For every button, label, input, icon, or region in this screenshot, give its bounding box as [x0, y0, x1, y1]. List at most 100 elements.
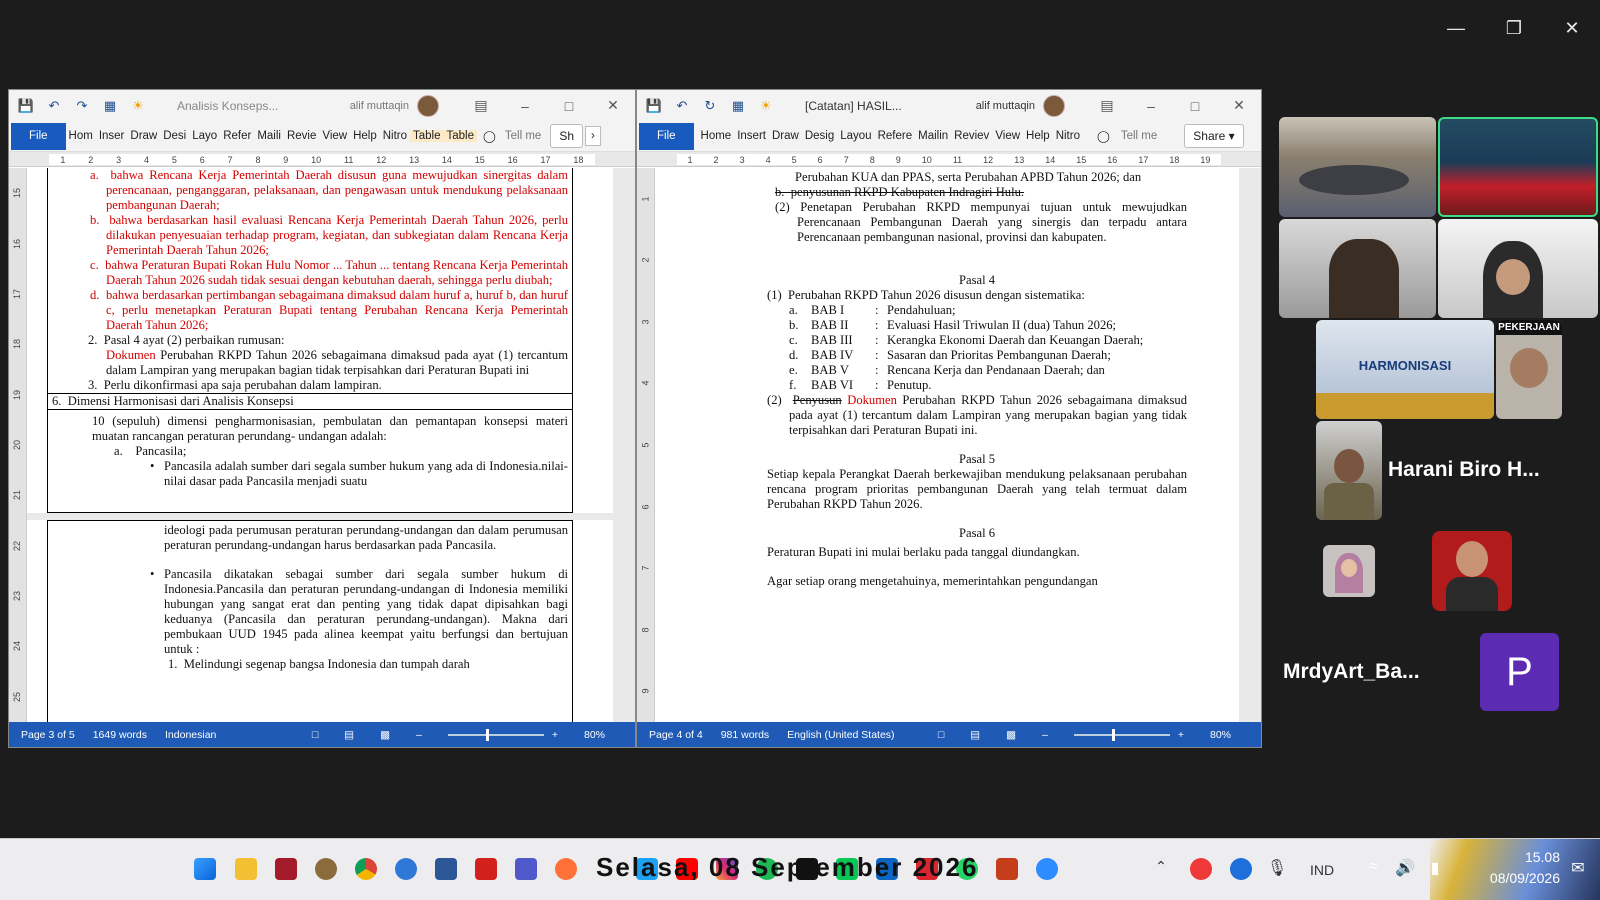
vivaldi-icon[interactable]	[1190, 858, 1212, 880]
chevron-up-icon[interactable]: ⌃	[1150, 858, 1172, 880]
tab-help[interactable]: Help	[1023, 130, 1053, 142]
document-area[interactable]: 1 2 3 4 5 6 7 8 9 Perubahan KUA dan PPAS, serta …	[637, 168, 1261, 722]
zoom-out-icon[interactable]: –	[1042, 729, 1048, 741]
tab-insert[interactable]: Insert	[734, 130, 769, 142]
tab-nitro[interactable]: Nitro	[1053, 130, 1083, 142]
read-mode-icon[interactable]: □	[312, 729, 318, 741]
tab-review[interactable]: Reviev	[951, 130, 992, 142]
tab-layout[interactable]: Layou	[837, 130, 874, 142]
page-3[interactable]: a. bahwa Rencana Kerja Pemerintah Daerah…	[27, 168, 613, 513]
page-count[interactable]: Page 3 of 5	[21, 729, 75, 741]
share-button[interactable]: Sh	[550, 124, 584, 148]
close-button[interactable]: ✕	[1548, 14, 1596, 42]
print-layout-icon[interactable]: ▤	[970, 729, 980, 741]
avatar[interactable]	[417, 94, 439, 117]
powerpoint-icon[interactable]	[996, 858, 1018, 880]
horizontal-ruler[interactable]: 1 2 3 4 5 6 7 8 9 10 11 12 13 14 15 16 17 18 19	[637, 152, 1261, 167]
notification-icon[interactable]: ✉	[1568, 858, 1588, 880]
clock-time[interactable]: 15.08	[1488, 849, 1560, 865]
web-layout-icon[interactable]: ▩	[380, 729, 390, 741]
zoom-level[interactable]: 80%	[1210, 729, 1231, 741]
zoom-level[interactable]: 80%	[584, 729, 605, 741]
restore-button[interactable]: ❐	[1490, 14, 1538, 42]
vertical-ruler[interactable]: 15 16 17 18 19 20 21 22 23 24 25	[9, 168, 27, 722]
layout-icon[interactable]: ▦	[99, 97, 121, 115]
share-button[interactable]: Share ▾	[1184, 124, 1244, 148]
redo-icon[interactable]: ↷	[71, 97, 93, 115]
zoom-slider[interactable]	[1073, 728, 1170, 741]
participant-avatar-woman[interactable]	[1323, 545, 1375, 597]
volume-icon[interactable]: 🔊	[1394, 858, 1416, 880]
tab-insert[interactable]: Inser	[96, 130, 128, 142]
video-tile-woman[interactable]	[1438, 219, 1598, 318]
app-blue-icon[interactable]	[1230, 858, 1252, 880]
tab-table-layout[interactable]: Table	[443, 130, 478, 142]
wifi-icon[interactable]: ≈	[1362, 858, 1384, 880]
page-count[interactable]: Page 4 of 4	[649, 729, 703, 741]
ribbon-display-button[interactable]: ▤	[1085, 97, 1129, 114]
firefox-icon[interactable]	[555, 858, 577, 880]
tab-design[interactable]: Desig	[802, 130, 837, 142]
zoom-in-icon[interactable]: +	[1178, 729, 1184, 741]
undo-icon[interactable]: ↶	[43, 97, 65, 115]
save-icon[interactable]: 💾	[15, 97, 37, 115]
tell-me-input[interactable]: Tell me	[502, 130, 544, 142]
tab-file[interactable]: File	[11, 122, 66, 150]
tab-mailings[interactable]: Mailin	[915, 130, 951, 142]
tab-home[interactable]: Home	[698, 130, 735, 142]
battery-icon[interactable]: ▮	[1424, 858, 1446, 880]
tab-mailings[interactable]: Maili	[254, 130, 284, 142]
maximize-button[interactable]: □	[547, 98, 591, 114]
tab-view[interactable]: View	[319, 130, 350, 142]
sun-icon[interactable]: ☀	[127, 97, 149, 115]
tab-draw[interactable]: Draw	[127, 130, 160, 142]
undo-icon[interactable]: ↶	[671, 97, 693, 115]
page-4[interactable]: Perubahan KUA dan PPAS, serta Perubahan …	[655, 168, 1239, 722]
app-c-icon[interactable]	[395, 858, 417, 880]
web-layout-icon[interactable]: ▩	[1006, 729, 1016, 741]
language-indicator[interactable]: IND	[1310, 862, 1334, 878]
zoom-icon[interactable]	[1036, 858, 1058, 880]
video-tile-pekerjaan[interactable]: PEKERJAAN	[1496, 320, 1562, 419]
tab-file[interactable]: File	[639, 122, 694, 150]
tab-review[interactable]: Revie	[284, 130, 319, 142]
layout-icon[interactable]: ▦	[727, 97, 749, 115]
minimize-button[interactable]: —	[1432, 14, 1480, 42]
video-tile-harmonisasi[interactable]: HARMONISASI	[1316, 320, 1494, 419]
windows-start-icon[interactable]	[194, 858, 216, 880]
tab-view[interactable]: View	[992, 130, 1023, 142]
clock-date[interactable]: 08/09/2026	[1468, 870, 1560, 886]
tab-draw[interactable]: Draw	[769, 130, 802, 142]
minimize-button[interactable]: –	[1129, 98, 1173, 114]
page-4[interactable]: ideologi pada perumusan peraturan perund…	[27, 520, 613, 722]
file-explorer-icon[interactable]	[235, 858, 257, 880]
zoom-slider[interactable]	[447, 728, 544, 741]
tab-home[interactable]: Hom	[66, 130, 96, 142]
read-mode-icon[interactable]: □	[938, 729, 944, 741]
teams-icon[interactable]	[515, 858, 537, 880]
acrobat-icon[interactable]	[475, 858, 497, 880]
video-tile-man[interactable]	[1279, 219, 1436, 318]
video-tile-red-room[interactable]	[1438, 117, 1598, 217]
tab-design[interactable]: Desi	[160, 130, 189, 142]
zoom-in-icon[interactable]: +	[552, 729, 558, 741]
close-button[interactable]: ✕	[591, 97, 635, 114]
participant-photo-harani[interactable]	[1316, 421, 1382, 520]
word-count[interactable]: 981 words	[721, 729, 769, 741]
language[interactable]: English (United States)	[787, 729, 894, 741]
ribbon-display-button[interactable]: ▤	[459, 97, 503, 114]
tab-layout[interactable]: Layo	[189, 130, 220, 142]
refresh-icon[interactable]: ↻	[699, 97, 721, 115]
horizontal-ruler[interactable]: 1 2 3 4 5 6 7 8 9 10 11 12 13 14 15 16 17 18	[9, 152, 635, 167]
minimize-button[interactable]: –	[503, 98, 547, 114]
language[interactable]: Indonesian	[165, 729, 216, 741]
app-shield-icon[interactable]	[315, 858, 337, 880]
document-area[interactable]: 15 16 17 18 19 20 21 22 23 24 25 a. bahwa Rencana …	[9, 168, 635, 722]
chrome-icon[interactable]	[355, 858, 377, 880]
participant-avatar-man[interactable]	[1432, 531, 1512, 611]
app-red-icon[interactable]	[275, 858, 297, 880]
tab-references[interactable]: Refere	[875, 130, 916, 142]
tell-me-input[interactable]: Tell me	[1118, 130, 1160, 142]
video-tile-meeting-room[interactable]	[1279, 117, 1436, 217]
maximize-button[interactable]: □	[1173, 98, 1217, 114]
